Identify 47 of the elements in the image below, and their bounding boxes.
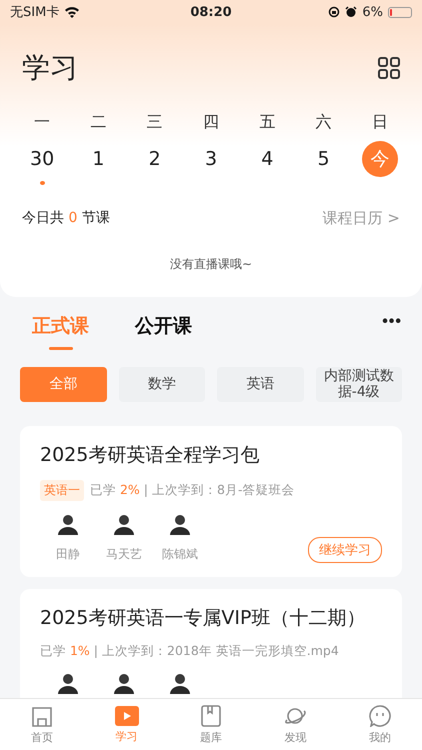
calendar-day[interactable]: 3 bbox=[192, 141, 229, 177]
category-chip[interactable]: 英语 bbox=[217, 367, 304, 402]
weekday-label: 二 bbox=[89, 112, 108, 133]
calendar-day[interactable]: 1 bbox=[80, 141, 116, 177]
clock-text: 08:20 bbox=[190, 4, 232, 20]
course-title: 2025考研英语一专属VIP班（十二期） bbox=[40, 606, 366, 631]
weekday-label: 一 bbox=[33, 112, 52, 133]
calendar-day[interactable]: 5 bbox=[306, 141, 342, 177]
calendar-day[interactable]: 2 bbox=[136, 141, 173, 177]
lesson-count: 今日共 0 节课 bbox=[22, 209, 110, 228]
progress-text: 已学 2% | 上次学到：8月-答疑班会 bbox=[90, 482, 294, 499]
teacher-name: 陈锦斌 bbox=[162, 546, 198, 563]
course-card[interactable]: 2025考研英语一专属VIP班（十二期） 已学 1% | 上次学到：2018年 英语一完形填空.mp4 bbox=[20, 589, 402, 698]
course-tab[interactable]: 公开课 bbox=[123, 313, 204, 353]
course-title: 2025考研英语全程学习包 bbox=[40, 443, 260, 468]
teacher-name: 田静 bbox=[56, 546, 80, 563]
calendar-day[interactable]: 30 bbox=[24, 141, 60, 177]
rotation-lock-icon bbox=[328, 6, 340, 18]
home-icon bbox=[31, 704, 54, 726]
play-icon bbox=[114, 706, 139, 726]
battery-percent: 6% bbox=[362, 4, 384, 20]
weekday-label: 五 bbox=[258, 112, 276, 133]
page-title: 学习 bbox=[22, 50, 78, 86]
battery-icon bbox=[388, 6, 412, 18]
wifi-icon bbox=[64, 6, 80, 18]
alarm-icon bbox=[345, 6, 358, 18]
book-icon bbox=[201, 704, 222, 726]
tab-bar-item[interactable]: 题库 bbox=[168, 699, 254, 750]
grid-icon[interactable] bbox=[378, 57, 400, 79]
subject-tag: 英语一 bbox=[40, 480, 84, 501]
tab-bar-item[interactable]: 我的 bbox=[338, 699, 422, 750]
weekday-label: 六 bbox=[314, 112, 333, 133]
weekday-label: 四 bbox=[202, 112, 220, 133]
weekday-label: 三 bbox=[146, 112, 164, 133]
category-chip[interactable]: 内部测试数据-4级 bbox=[316, 367, 402, 402]
teacher-name: 马天艺 bbox=[106, 546, 142, 563]
empty-message: 没有直播课哦~ bbox=[168, 256, 254, 273]
progress-text: 已学 1% | 上次学到：2018年 英语一完形填空.mp4 bbox=[40, 643, 339, 660]
course-card[interactable]: 2025考研英语全程学习包 英语一 已学 2% | 上次学到：8月-答疑班会 田静 马天艺 陈锦斌 继续学习 bbox=[20, 426, 402, 577]
more-button[interactable]: ••• bbox=[382, 313, 402, 331]
category-chip[interactable]: 数学 bbox=[118, 367, 205, 402]
chat-bubble-icon bbox=[368, 704, 391, 726]
tab-bar-item[interactable]: 首页 bbox=[0, 699, 84, 750]
tab-bar-item[interactable]: 发现 bbox=[253, 699, 338, 750]
weekday-label: 日 bbox=[370, 112, 389, 133]
calendar-day[interactable]: 4 bbox=[249, 141, 286, 177]
carrier-text: 无SIM卡 bbox=[10, 4, 60, 21]
